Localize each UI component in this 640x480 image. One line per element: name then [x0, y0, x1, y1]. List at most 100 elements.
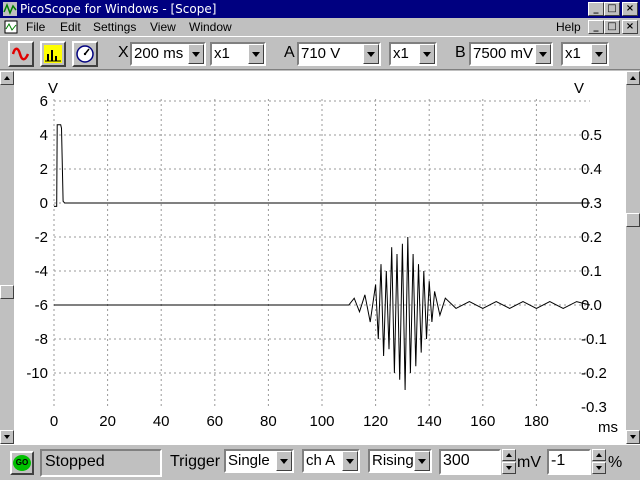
- x-tick-label: 120: [363, 413, 388, 430]
- timebase-select[interactable]: 200 ms: [130, 42, 206, 66]
- pretrigger-unit: %: [608, 454, 623, 471]
- trigger-level-unit: mV: [517, 454, 541, 471]
- right-tick-label: -0.2: [581, 365, 607, 382]
- x-tick-label: 140: [417, 413, 442, 430]
- spectrum-mode-button[interactable]: [40, 41, 66, 67]
- doc-minimize-button[interactable]: _: [588, 20, 604, 34]
- close-button[interactable]: ×: [622, 2, 638, 16]
- x-axis-label: X: [118, 44, 129, 61]
- meter-mode-button[interactable]: [72, 41, 98, 67]
- scope-mode-button[interactable]: [8, 41, 34, 67]
- scope-plot[interactable]: 6420-2-4-6-8-10 0.50.40.30.20.10.0-0.1-0…: [0, 71, 640, 444]
- pretrigger-spinner[interactable]: [592, 449, 608, 475]
- spin-up-icon[interactable]: [502, 449, 516, 461]
- chevron-down-icon: [276, 451, 292, 471]
- x-tick-label: 0: [50, 413, 58, 430]
- x-axis-unit: ms: [598, 419, 618, 436]
- channel-a-range-select[interactable]: 710 V: [297, 42, 381, 66]
- restore-icon: □: [607, 21, 617, 32]
- trigger-level-spinner[interactable]: [502, 449, 518, 475]
- status-text: Stopped: [40, 449, 162, 477]
- x-tick-label: 180: [524, 413, 549, 430]
- picoscope-app-icon[interactable]: [3, 2, 17, 16]
- right-tick-label: 0.2: [581, 229, 602, 246]
- left-tick-label: -6: [35, 297, 48, 314]
- chevron-down-icon: [342, 451, 358, 471]
- x-tick-label: 20: [99, 413, 116, 430]
- x-multiplier-select[interactable]: x1: [210, 42, 266, 66]
- go-button[interactable]: GO: [10, 451, 34, 475]
- trigger-mode-select[interactable]: Single: [224, 449, 294, 473]
- doc-restore-button[interactable]: □: [604, 20, 620, 34]
- channel-b-range-select[interactable]: 7500 mV: [469, 42, 553, 66]
- channel-a-label: A: [284, 44, 295, 61]
- x-axis-ticks: 0 20 40 60 80 100 120 140 160 180: [50, 413, 549, 430]
- window-title: PicoScope for Windows - [Scope]: [20, 2, 217, 16]
- scope-view: 6 4 2 0 -2 -4 -6 -8 -10 0.5 0.4 0.3 0.2 0.1 0.0 -0.1 -0…: [0, 71, 640, 444]
- x-tick-label: 80: [260, 413, 277, 430]
- channel-a-multiplier-select[interactable]: x1: [389, 42, 437, 66]
- spin-down-icon[interactable]: [502, 462, 516, 474]
- left-tick-label: -10: [26, 365, 48, 382]
- plot-grid: [53, 99, 590, 407]
- menu-help[interactable]: Help: [556, 20, 581, 34]
- chevron-down-icon: [248, 44, 264, 64]
- x-tick-label: 60: [206, 413, 223, 430]
- toolbar: X 200 ms x1 A 710 V x1 B 7500 mV x1: [0, 36, 640, 70]
- left-tick-label: -8: [35, 331, 48, 348]
- right-tick-label: 0.0: [581, 297, 602, 314]
- trigger-channel-select[interactable]: ch A: [302, 449, 360, 473]
- chevron-down-icon: [591, 44, 607, 64]
- right-tick-label: 0.5: [581, 127, 602, 144]
- chevron-down-icon: [414, 451, 430, 471]
- channel-b-multiplier-select[interactable]: x1: [561, 42, 609, 66]
- spin-down-icon[interactable]: [592, 462, 606, 474]
- right-tick-label: -0.3: [581, 399, 607, 416]
- minimize-icon: _: [593, 21, 599, 32]
- trigger-label: Trigger: [170, 453, 221, 470]
- left-axis-unit: V: [48, 80, 58, 97]
- chevron-down-icon: [535, 44, 551, 64]
- trigger-bar: GO Stopped Trigger Single ch A Rising 30…: [0, 444, 640, 480]
- right-axis-unit: V: [574, 80, 584, 97]
- right-axis-ticks: 0.50.40.30.20.10.0-0.1-0.2-0.3: [581, 127, 607, 416]
- go-led-icon: GO: [13, 455, 31, 471]
- spin-up-icon[interactable]: [592, 449, 606, 461]
- title-bar: PicoScope for Windows - [Scope] _ □ ×: [0, 0, 640, 18]
- x-tick-label: 40: [153, 413, 170, 430]
- left-tick-label: 4: [40, 127, 48, 144]
- left-tick-label: -2: [35, 229, 48, 246]
- pretrigger-field[interactable]: -1: [547, 449, 591, 475]
- x-tick-label: 100: [309, 413, 334, 430]
- left-axis-ticks: 6 4 2 0 -2 -4 -6 -8 -10: [26, 93, 48, 382]
- maximize-button[interactable]: □: [604, 2, 620, 16]
- menu-file[interactable]: File: [26, 20, 45, 34]
- x-tick-label: 160: [470, 413, 495, 430]
- menu-settings[interactable]: Settings: [93, 20, 136, 34]
- document-window-icon[interactable]: [4, 20, 18, 34]
- spectrum-icon: [44, 45, 62, 63]
- left-tick-label: 2: [40, 161, 48, 178]
- menu-edit[interactable]: Edit: [60, 20, 81, 34]
- channel-b-label: B: [455, 44, 466, 61]
- menu-bar: File Edit Settings View Window Help _ □ …: [0, 18, 640, 36]
- right-tick-label: 0.1: [581, 263, 602, 280]
- trigger-edge-select[interactable]: Rising: [368, 449, 432, 473]
- right-tick-label: -0.1: [581, 331, 607, 348]
- close-icon: ×: [625, 3, 635, 14]
- meter-icon: [76, 45, 94, 63]
- minimize-icon: _: [593, 3, 599, 14]
- left-tick-label: 0: [40, 195, 48, 212]
- left-tick-label: 6: [40, 93, 48, 110]
- chevron-down-icon: [363, 44, 379, 64]
- doc-close-button[interactable]: ×: [622, 20, 638, 34]
- right-tick-label: 0.4: [581, 161, 602, 178]
- left-tick-label: -4: [35, 263, 48, 280]
- trigger-level-field[interactable]: 300: [439, 449, 501, 475]
- chevron-down-icon: [419, 44, 435, 64]
- menu-view[interactable]: View: [150, 20, 176, 34]
- menu-window[interactable]: Window: [189, 20, 232, 34]
- maximize-icon: □: [607, 3, 617, 14]
- scope-icon: [12, 45, 30, 63]
- minimize-button[interactable]: _: [588, 2, 604, 16]
